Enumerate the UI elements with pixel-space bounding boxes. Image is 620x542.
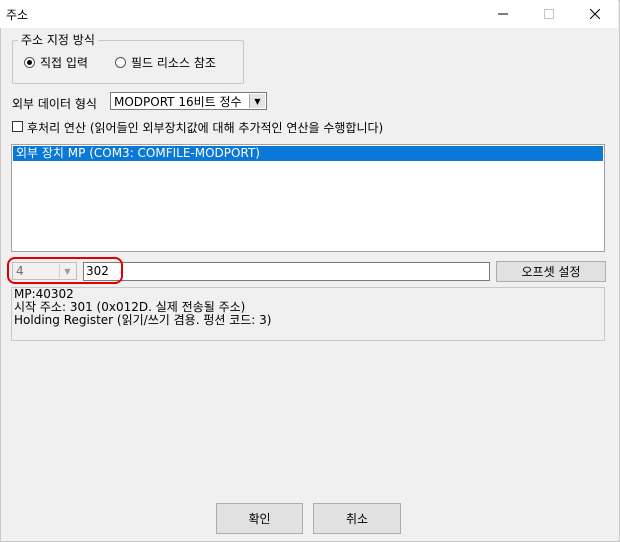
address-info-panel: MP:40302 시작 주소: 301 (0x012D. 실제 전송될 주소) …: [11, 287, 605, 341]
device-listbox[interactable]: 외부 장치 MP (COM3: COMFILE-MODPORT): [11, 144, 605, 252]
radio-direct-input[interactable]: 직접 입력: [24, 54, 88, 71]
postprocess-checkbox[interactable]: [12, 121, 23, 132]
list-item[interactable]: 외부 장치 MP (COM3: COMFILE-MODPORT): [13, 146, 603, 161]
maximize-button: [526, 0, 572, 28]
radio-field-resource[interactable]: 필드 리소스 참조: [115, 54, 216, 71]
minimize-icon: [498, 13, 508, 15]
data-format-label: 외부 데이터 형식: [12, 97, 97, 111]
radio-unchecked-icon: [115, 57, 126, 68]
info-line: Holding Register (읽기/쓰기 겸용. 펑션 코드: 3): [14, 313, 272, 327]
data-format-select[interactable]: MODPORT 16비트 정수 ▼: [110, 92, 267, 110]
radio-checked-icon: [24, 57, 35, 68]
address-mode-label: 주소 지정 방식: [18, 31, 98, 48]
offset-button[interactable]: 오프셋 설정: [496, 261, 606, 282]
close-button[interactable]: [572, 0, 618, 28]
cancel-button[interactable]: 취소: [313, 503, 401, 534]
title-bar[interactable]: 주소: [0, 0, 618, 28]
address-input[interactable]: 302: [83, 262, 490, 281]
minimize-button[interactable]: [480, 0, 526, 28]
radio-field-resource-label: 필드 리소스 참조: [131, 56, 216, 70]
ok-button[interactable]: 확인: [216, 503, 303, 534]
data-format-value: MODPORT 16비트 정수: [114, 94, 242, 109]
radio-direct-input-label: 직접 입력: [40, 56, 88, 70]
close-icon: [590, 9, 600, 19]
postprocess-label: 후처리 연산 (읽어들인 외부장치값에 대해 추가적인 연산을 수행합니다): [27, 121, 384, 135]
highlight-annotation: [7, 257, 123, 284]
maximize-icon: [544, 9, 554, 19]
window-title: 주소: [6, 8, 29, 22]
chevron-down-icon[interactable]: ▼: [249, 94, 265, 108]
